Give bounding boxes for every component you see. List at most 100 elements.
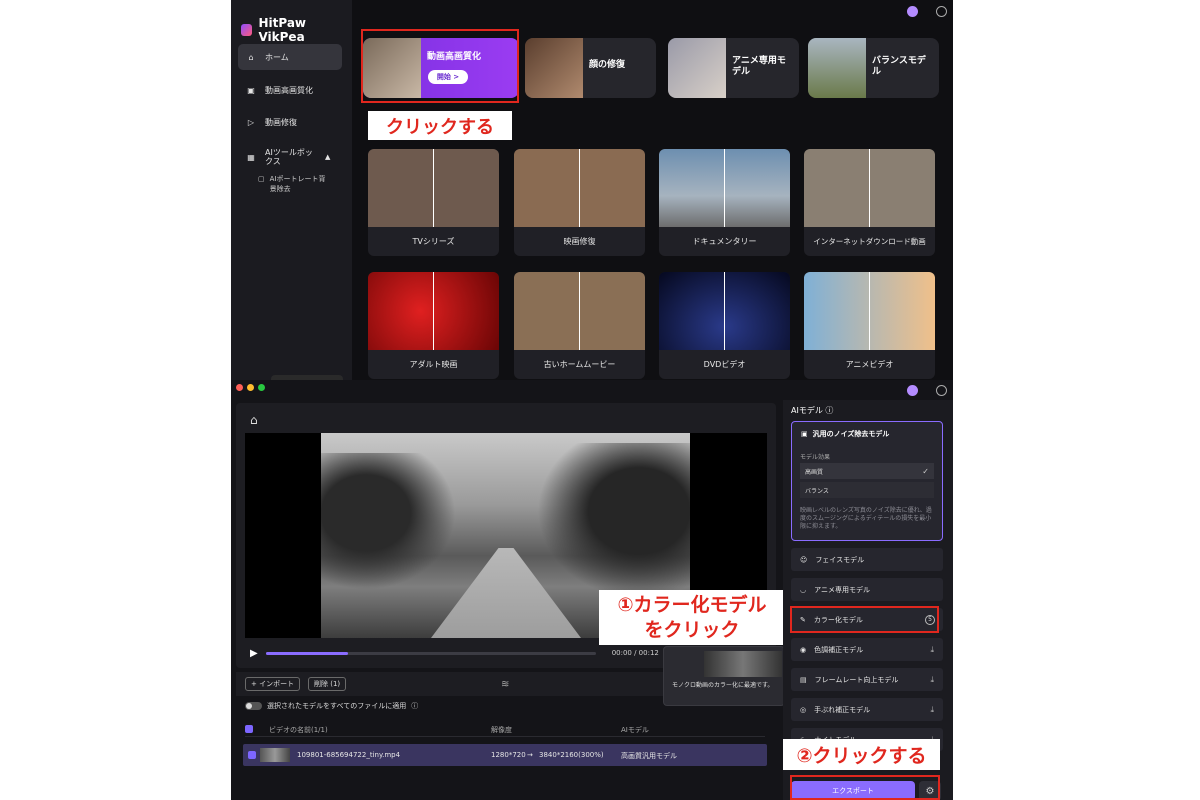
toolbox-icon: ▦ [247, 152, 255, 162]
tooltip-preview [704, 651, 782, 677]
card-thumbnail [668, 38, 726, 98]
category-label: ドキュメンタリー [692, 237, 757, 246]
sidebar-item-home[interactable]: ⌂ ホーム [238, 44, 342, 70]
card-label: 動画高画質化 [427, 52, 482, 62]
header-resolution: 解像度 [491, 726, 512, 734]
model-description: 映画レベルのレンズ写真のノイズ除去に優れ、過度のスムージングによるディテールの損… [800, 507, 932, 530]
download-icon[interactable]: ⤓ [930, 705, 934, 715]
category-home-movie[interactable]: 古いホームムービー [514, 272, 645, 379]
callout-step2: ②クリックする [783, 739, 940, 770]
sidebar-item-video-repair[interactable]: ▷ 動画修復 [238, 109, 342, 135]
info-icon[interactable]: ⓘ [411, 701, 418, 711]
category-label: 古いホームムービー [543, 360, 616, 369]
video-enhance-icon: ▣ [247, 85, 255, 95]
card-thumbnail [808, 38, 866, 98]
model-tooltip: モノクロ動画のカラー化に最適です。 [663, 646, 785, 706]
compare-divider [869, 149, 870, 227]
model-color-correction[interactable]: ◉ 色調補正モデル ⤓ [791, 638, 943, 661]
sidebar-item-label: AIツールボックス [265, 148, 313, 166]
play-icon[interactable]: ▶ [250, 648, 258, 659]
trees-left [321, 453, 471, 603]
collapse-arrow-icon[interactable]: ▲ [325, 153, 330, 161]
import-button[interactable]: + インポート [245, 677, 301, 691]
card-anime-model[interactable]: アニメ専用モデル [668, 38, 799, 98]
denoise-icon: ▣ [801, 430, 808, 438]
layers-icon[interactable]: ≋ [501, 679, 509, 690]
model-anime[interactable]: ◡ アニメ専用モデル [791, 578, 943, 601]
card-thumbnail [363, 38, 421, 98]
start-button[interactable]: 開始 > [428, 70, 468, 84]
sidebar-item-video-enhance[interactable]: ▣ 動画高画質化 [238, 77, 342, 103]
minimize-dot[interactable] [247, 384, 254, 391]
download-icon[interactable]: ⤓ [930, 645, 934, 655]
selected-model-card[interactable]: ▣ 汎用のノイズ除去モデル モデル効果 高画質 ✓ バランス 映画レベルのレンズ… [791, 421, 943, 541]
category-label: アニメビデオ [845, 360, 894, 369]
sidebar-item-ai-toolbox[interactable]: ▦ AIツールボックス ▲ [238, 142, 342, 172]
file-row[interactable]: 109801-685694722_tiny.mp4 1280*720 → 384… [243, 744, 767, 766]
option-high-quality[interactable]: 高画質 ✓ [800, 463, 934, 479]
sidebar-subitem-portrait-bg-removal[interactable]: ▢ AIポートレート背景除去 [258, 174, 330, 194]
sidebar-item-label: 動画高画質化 [265, 85, 313, 95]
category-dvd-video[interactable]: DVDビデオ [659, 272, 790, 379]
category-adult-film[interactable]: アダルト映画 [368, 272, 499, 379]
select-all-checkbox[interactable] [245, 725, 253, 733]
header-icons [907, 6, 947, 17]
compare-divider [579, 149, 580, 227]
callout-step1: ①カラー化モデル をクリック [599, 590, 785, 645]
card-face-repair[interactable]: 顔の修復 [525, 38, 656, 98]
seek-bar[interactable] [265, 651, 596, 655]
palette-icon: ◉ [800, 645, 807, 654]
model-stabilization[interactable]: ◎ 手ぶれ補正モデル ⤓ [791, 698, 943, 721]
callout-step1-line2: をクリック [644, 618, 740, 641]
model-frame-interpolation[interactable]: ▤ フレームレート向上モデル ⤓ [791, 668, 943, 691]
frame-icon: ▤ [800, 675, 807, 684]
compare-divider [724, 272, 725, 350]
category-film-restore[interactable]: 映画修復 [514, 149, 645, 256]
trees-right [520, 443, 690, 613]
zoom-dot[interactable] [258, 384, 265, 391]
window-controls[interactable] [236, 384, 265, 391]
category-internet-video[interactable]: インターネットダウンロード動画 [804, 149, 935, 256]
file-table-header: ビデオの名前(1/1) 解像度 AIモデル [245, 723, 765, 737]
model-face[interactable]: ☺ フェイスモデル [791, 548, 943, 571]
user-icon[interactable] [936, 6, 947, 17]
callout-step1-line1: ①カラー化モデル [617, 593, 767, 616]
portrait-icon: ▢ [258, 175, 265, 183]
cart-icon[interactable] [907, 6, 918, 17]
app-logo: HitPaw VikPea [241, 16, 352, 44]
card-video-enhance[interactable]: 動画高画質化 開始 > [363, 38, 519, 98]
model-colorize[interactable]: ✎ カラー化モデル 5 [791, 608, 943, 631]
apply-all-toggle[interactable] [245, 702, 262, 710]
option-balance[interactable]: バランス [800, 482, 934, 498]
close-dot[interactable] [236, 384, 243, 391]
gear-icon[interactable]: ⚙ [919, 781, 941, 800]
category-tv-series[interactable]: TVシリーズ [368, 149, 499, 256]
anime-icon: ◡ [800, 585, 807, 594]
selected-model-title: 汎用のノイズ除去モデル [812, 430, 890, 438]
sidebar-item-label: 動画修復 [265, 117, 297, 127]
video-repair-icon: ▷ [247, 117, 255, 127]
sidebar-item-label: ホーム [265, 52, 289, 62]
card-label: 顔の修復 [589, 60, 626, 70]
app-name: HitPaw VikPea [258, 16, 307, 44]
row-checkbox[interactable] [248, 751, 256, 759]
compare-divider [433, 149, 434, 227]
home-icon[interactable]: ⌂ [250, 413, 258, 427]
category-documentary[interactable]: ドキュメンタリー [659, 149, 790, 256]
category-label: TVシリーズ [412, 237, 455, 246]
card-balance-model[interactable]: バランスモデル [808, 38, 939, 98]
seek-progress [265, 651, 349, 655]
download-icon[interactable]: ⤓ [930, 675, 934, 685]
cart-icon[interactable] [907, 385, 918, 396]
compare-divider [869, 272, 870, 350]
check-icon: ✓ [922, 466, 929, 476]
home-icon: ⌂ [248, 52, 254, 62]
category-label: 映画修復 [563, 237, 596, 246]
delete-button[interactable]: 削除 (1) [308, 677, 347, 691]
colorize-icon: ✎ [800, 615, 806, 624]
model-badge: 5 [925, 614, 935, 625]
header-ai-model: AIモデル [621, 726, 649, 734]
category-anime-video[interactable]: アニメビデオ [804, 272, 935, 379]
export-button[interactable]: エクスポート [791, 781, 915, 800]
user-icon[interactable] [936, 385, 947, 396]
